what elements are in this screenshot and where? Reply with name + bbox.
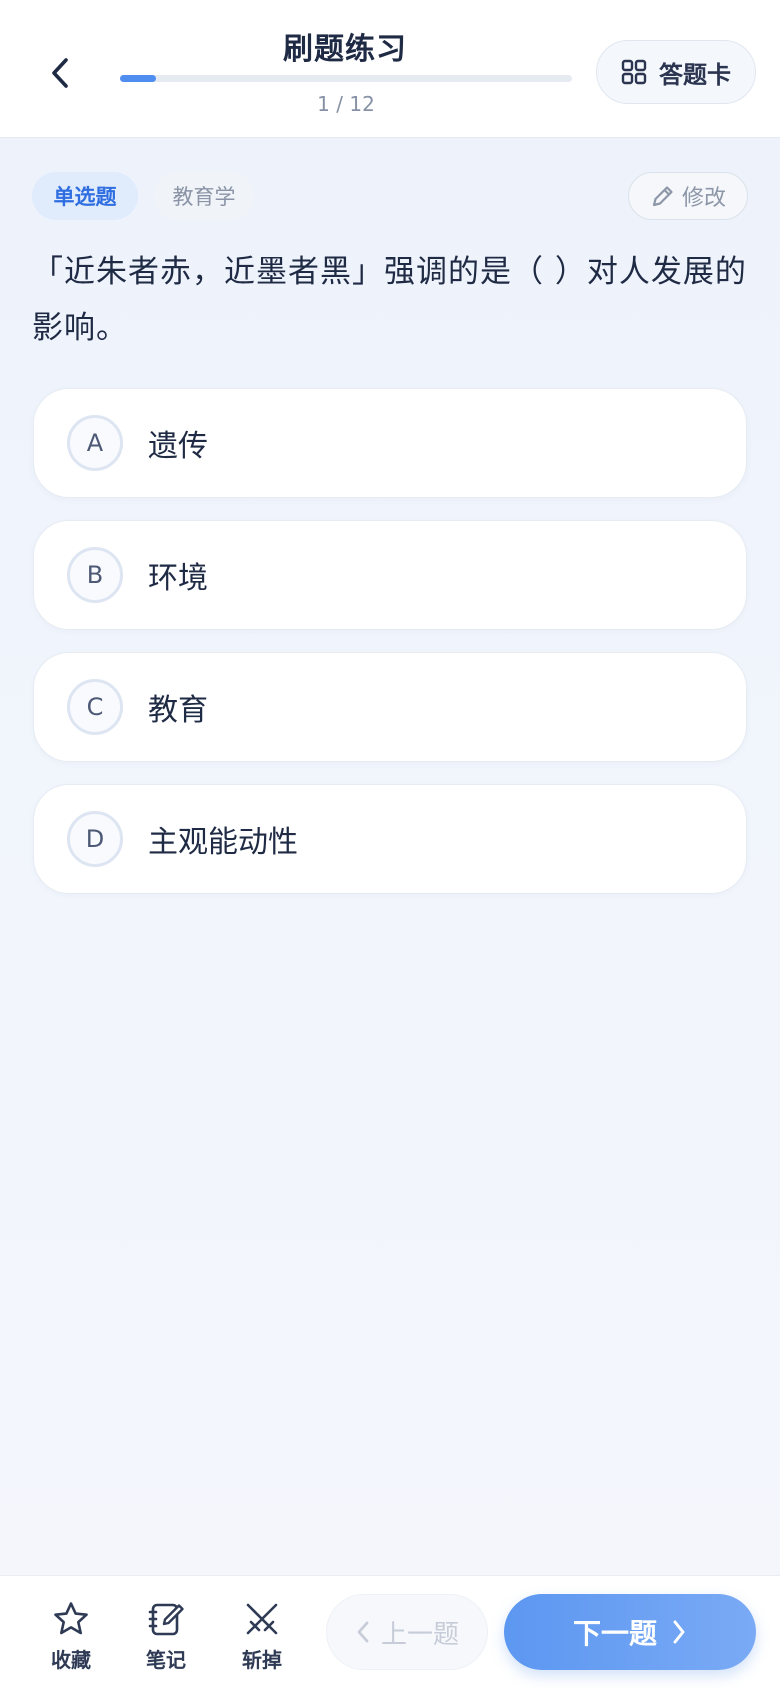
option-a[interactable]: A 遗传: [33, 388, 747, 498]
answer-card-label: 答题卡: [659, 60, 731, 89]
answer-card-button[interactable]: 答题卡: [596, 40, 756, 104]
pencil-icon: [652, 186, 673, 207]
chevron-right-icon: [673, 1620, 685, 1644]
option-letter: C: [67, 679, 123, 735]
notes-button[interactable]: 笔记: [131, 1600, 201, 1673]
options-list: A 遗传 B 环境 C 教育 D 主观能动性: [33, 388, 747, 916]
remove-button[interactable]: 斩掉: [227, 1600, 297, 1673]
header: 刷题练习 1 / 12 答题卡: [0, 0, 780, 138]
question-text: 「近朱者赤，近墨者黑」强调的是（ ）对人发展的影响。: [32, 254, 747, 346]
prev-label: 上一题: [380, 1619, 459, 1650]
chevron-left-icon: [357, 1621, 369, 1643]
bottom-bar: 收藏 笔记 斩掉 上一题 下一题: [0, 1575, 780, 1688]
progress-bar: [120, 75, 572, 82]
option-c[interactable]: C 教育: [33, 652, 747, 762]
star-icon: [54, 1602, 88, 1635]
remove-label: 斩掉: [242, 1648, 282, 1672]
option-letter: B: [67, 547, 123, 603]
progress-fill: [120, 75, 157, 82]
question-type-tag: 单选题: [32, 172, 138, 220]
next-label: 下一题: [572, 1617, 657, 1650]
page-title: 刷题练习: [283, 32, 407, 67]
option-letter: D: [67, 811, 123, 867]
practice-page: 刷题练习 1 / 12 答题卡 单选题 教育学 修改 「近朱者赤，近墨者黑」强调…: [0, 0, 780, 1688]
option-text: 环境: [148, 561, 208, 596]
option-text: 主观能动性: [148, 825, 298, 860]
next-question-button[interactable]: 下一题: [504, 1594, 756, 1670]
subject-tag: 教育学: [154, 172, 254, 220]
notebook-icon: [148, 1603, 184, 1636]
question-counter: 1 / 12: [317, 92, 375, 116]
favorite-label: 收藏: [51, 1648, 91, 1672]
favorite-button[interactable]: 收藏: [36, 1600, 106, 1673]
edit-label: 修改: [681, 186, 726, 211]
prev-question-button[interactable]: 上一题: [326, 1594, 488, 1670]
option-letter: A: [67, 415, 123, 471]
crossed-swords-icon: [246, 1603, 278, 1635]
notes-label: 笔记: [146, 1648, 186, 1672]
option-text: 遗传: [148, 429, 208, 464]
grid-icon: [621, 59, 647, 85]
option-d[interactable]: D 主观能动性: [33, 784, 747, 894]
option-b[interactable]: B 环境: [33, 520, 747, 630]
edit-button[interactable]: 修改: [628, 172, 748, 220]
option-text: 教育: [148, 693, 208, 728]
